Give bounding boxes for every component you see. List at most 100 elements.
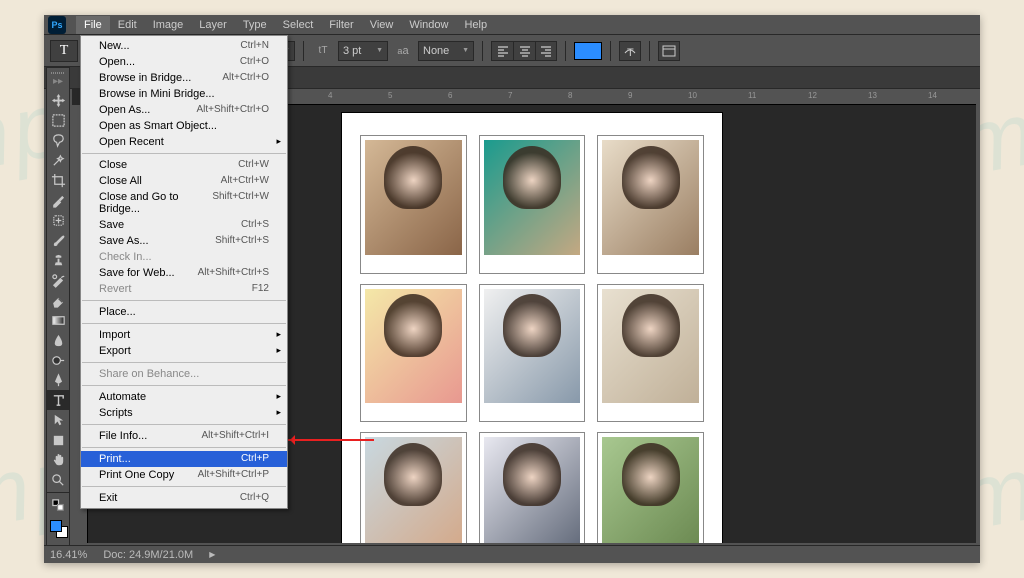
menu-item-open[interactable]: Open...Ctrl+O (81, 54, 287, 70)
polaroid-frame[interactable] (479, 135, 586, 274)
color-swatches[interactable] (47, 517, 69, 543)
menu-view[interactable]: View (362, 16, 402, 34)
menu-item-new[interactable]: New...Ctrl+N (81, 38, 287, 54)
menu-item-file-info[interactable]: File Info...Alt+Shift+Ctrl+I (81, 428, 287, 444)
menu-item-shortcut: Ctrl+S (241, 219, 269, 231)
menu-separator (82, 447, 286, 448)
pen-tool[interactable] (47, 370, 69, 390)
menu-item-import[interactable]: Import (81, 327, 287, 343)
menu-item-automate[interactable]: Automate (81, 389, 287, 405)
menu-item-export[interactable]: Export (81, 343, 287, 359)
menu-separator (82, 153, 286, 154)
status-bar: 16.41% Doc: 24.9M/21.0M ▶ (44, 545, 980, 563)
menu-item-shortcut: Ctrl+N (240, 40, 269, 52)
menu-item-close-all[interactable]: Close AllAlt+Ctrl+W (81, 173, 287, 189)
menu-item-shortcut: Ctrl+P (241, 453, 269, 465)
menu-item-browse-in-mini-bridge[interactable]: Browse in Mini Bridge... (81, 86, 287, 102)
align-right-button[interactable] (535, 41, 557, 61)
brush-tool[interactable] (47, 230, 69, 250)
clone-stamp-tool[interactable] (47, 250, 69, 270)
polaroid-frame[interactable] (597, 284, 704, 423)
menu-item-save[interactable]: SaveCtrl+S (81, 217, 287, 233)
file-menu-dropdown: New...Ctrl+NOpen...Ctrl+OBrowse in Bridg… (80, 35, 288, 509)
polaroid-frame[interactable] (479, 432, 586, 543)
type-tool[interactable] (47, 390, 69, 410)
path-selection-tool[interactable] (47, 410, 69, 430)
menu-item-shortcut: Ctrl+W (238, 159, 269, 171)
menu-item-shortcut: F12 (252, 283, 269, 295)
menu-item-place[interactable]: Place... (81, 304, 287, 320)
menu-select[interactable]: Select (275, 16, 322, 34)
menu-item-open-recent[interactable]: Open Recent (81, 134, 287, 150)
zoom-tool[interactable] (47, 470, 69, 490)
menu-window[interactable]: Window (401, 16, 456, 34)
hand-tool[interactable] (47, 450, 69, 470)
eyedropper-tool[interactable] (47, 190, 69, 210)
doc-size-info[interactable]: Doc: 24.9M/21.0M (103, 549, 193, 561)
divider (610, 41, 611, 61)
move-tool[interactable] (47, 90, 69, 110)
tools-panel: ▸▸ (46, 67, 70, 563)
warp-text-icon[interactable]: T (619, 41, 641, 61)
expand-panel-icon[interactable]: ▸▸ (47, 76, 69, 90)
foreground-color-swatch[interactable] (50, 520, 62, 532)
ruler-tick: 11 (748, 91, 756, 100)
menu-item-close-and-go-to-bridge[interactable]: Close and Go to Bridge...Shift+Ctrl+W (81, 189, 287, 217)
ruler-tick: 9 (628, 91, 632, 100)
menu-help[interactable]: Help (456, 16, 495, 34)
polaroid-frame[interactable] (597, 135, 704, 274)
align-center-button[interactable] (513, 41, 535, 61)
menu-item-print-one-copy[interactable]: Print One CopyAlt+Shift+Ctrl+P (81, 467, 287, 483)
menu-item-open-as[interactable]: Open As...Alt+Shift+Ctrl+O (81, 102, 287, 118)
gradient-tool[interactable] (47, 310, 69, 330)
divider (565, 41, 566, 61)
polaroid-frame[interactable] (360, 432, 467, 543)
default-colors-icon[interactable] (47, 495, 69, 515)
menu-image[interactable]: Image (145, 16, 192, 34)
history-brush-tool[interactable] (47, 270, 69, 290)
menu-filter[interactable]: Filter (321, 16, 361, 34)
text-color-swatch[interactable] (574, 42, 602, 60)
magic-wand-tool[interactable] (47, 150, 69, 170)
menu-item-open-as-smart-object[interactable]: Open as Smart Object... (81, 118, 287, 134)
text-align-group (491, 41, 557, 61)
dodge-tool[interactable] (47, 350, 69, 370)
lasso-tool[interactable] (47, 130, 69, 150)
polaroid-frame[interactable] (360, 135, 467, 274)
menu-layer[interactable]: Layer (191, 16, 235, 34)
menu-item-save-as[interactable]: Save As...Shift+Ctrl+S (81, 233, 287, 249)
menu-file[interactable]: File (76, 16, 110, 34)
eraser-tool[interactable] (47, 290, 69, 310)
character-panel-icon[interactable] (658, 41, 680, 61)
font-size-dropdown[interactable]: 3 pt▼ (338, 41, 388, 61)
zoom-level[interactable]: 16.41% (50, 549, 87, 561)
marquee-tool[interactable] (47, 110, 69, 130)
healing-brush-tool[interactable] (47, 210, 69, 230)
menu-item-close[interactable]: CloseCtrl+W (81, 157, 287, 173)
menu-edit[interactable]: Edit (110, 16, 145, 34)
app-logo[interactable]: Ps (48, 16, 66, 34)
antialias-dropdown[interactable]: None▼ (418, 41, 474, 61)
menu-item-exit[interactable]: ExitCtrl+Q (81, 490, 287, 506)
menubar: Ps FileEditImageLayerTypeSelectFilterVie… (44, 15, 980, 35)
menu-item-label: Close All (99, 175, 142, 187)
blur-tool[interactable] (47, 330, 69, 350)
polaroid-frame[interactable] (597, 432, 704, 543)
align-left-button[interactable] (491, 41, 513, 61)
menu-type[interactable]: Type (235, 16, 275, 34)
menu-item-browse-in-bridge[interactable]: Browse in Bridge...Alt+Ctrl+O (81, 70, 287, 86)
crop-tool[interactable] (47, 170, 69, 190)
menu-item-save-for-web[interactable]: Save for Web...Alt+Shift+Ctrl+S (81, 265, 287, 281)
menu-item-scripts[interactable]: Scripts (81, 405, 287, 421)
document-canvas[interactable] (342, 113, 722, 543)
shape-tool[interactable] (47, 430, 69, 450)
chevron-right-icon[interactable]: ▶ (209, 550, 215, 559)
polaroid-frame[interactable] (479, 284, 586, 423)
menu-item-shortcut: Alt+Shift+Ctrl+I (201, 430, 269, 442)
polaroid-frame[interactable] (360, 284, 467, 423)
menu-separator (82, 385, 286, 386)
menu-item-print[interactable]: Print...Ctrl+P (81, 451, 287, 467)
menu-item-label: Open as Smart Object... (99, 120, 217, 132)
tool-preset-picker[interactable]: T (50, 40, 78, 62)
ruler-tick: 12 (808, 91, 817, 100)
